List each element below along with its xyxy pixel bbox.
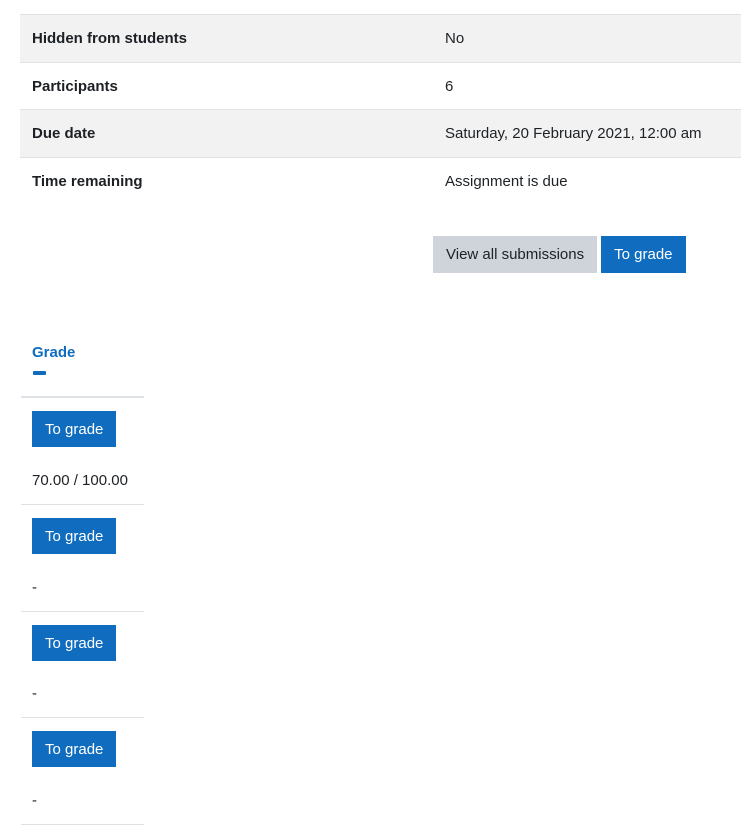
submission-actions: View all submissions To grade [433, 236, 686, 273]
grade-value: - [32, 685, 37, 702]
to-grade-button[interactable]: To grade [601, 236, 686, 273]
row-to-grade-button[interactable]: To grade [32, 518, 117, 554]
minus-icon[interactable] [33, 371, 46, 375]
grade-sort-link[interactable]: Grade [32, 344, 75, 361]
table-row: To grade - [21, 718, 144, 825]
row-to-grade-button[interactable]: To grade [32, 731, 117, 767]
summary-label: Participants [32, 77, 118, 95]
summary-value: Assignment is due [445, 173, 568, 190]
summary-row-due-date: Due date Saturday, 20 February 2021, 12:… [20, 110, 741, 158]
grade-column-header: Grade [21, 335, 144, 398]
row-to-grade-button[interactable]: To grade [32, 411, 117, 447]
summary-row-hidden: Hidden from students No [20, 15, 741, 63]
submission-summary-table: Hidden from students No Participants 6 D… [20, 14, 741, 205]
view-all-submissions-button[interactable]: View all submissions [433, 236, 598, 273]
grade-value: - [32, 579, 37, 596]
grade-column: Grade To grade 70.00 / 100.00 To grade -… [21, 335, 144, 825]
summary-value: 6 [445, 77, 454, 95]
summary-row-participants: Participants 6 [20, 63, 741, 110]
assignment-page: Hidden from students No Participants 6 D… [0, 0, 741, 830]
row-to-grade-button[interactable]: To grade [32, 625, 117, 661]
summary-label: Time remaining [32, 173, 143, 190]
table-row: To grade 70.00 / 100.00 [21, 398, 144, 505]
table-row: To grade - [21, 612, 144, 718]
grade-value: - [32, 792, 37, 809]
summary-label: Due date [32, 125, 96, 142]
summary-value: Saturday, 20 February 2021, 12:00 am [445, 125, 702, 142]
summary-row-time-remaining: Time remaining Assignment is due [20, 158, 741, 205]
summary-label: Hidden from students [32, 30, 188, 47]
grade-value: 70.00 / 100.00 [32, 472, 128, 489]
table-row: To grade - [21, 505, 144, 612]
summary-value: No [445, 30, 465, 47]
